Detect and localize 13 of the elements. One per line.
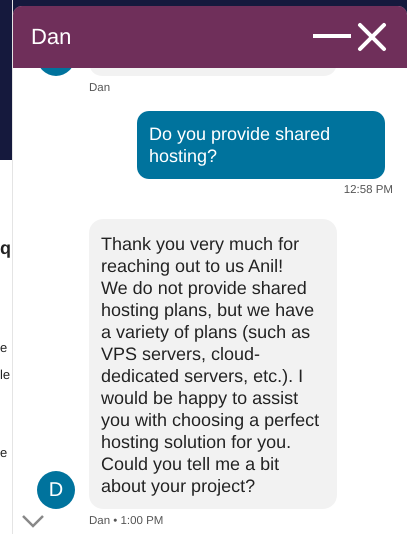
page-text: q [0,238,12,260]
message-time: 12:58 PM [344,184,393,196]
message-bubble: Thank you very much for reaching out to us Anil! We do not provide shared hosting plans, but we have a variety of plans (such as VPS servers, cloud-dedicated servers, etc.). I would be happy to assist you with choosing a perfect hosting solution for you. Could you tell me a bit about your project? [89,219,337,509]
message-meta: Dan • 1:00 PM [89,515,164,527]
page-text: e [0,340,8,356]
chevron-down-icon[interactable] [21,514,45,528]
window-title: Dan [31,24,72,50]
page-text: e [0,444,8,460]
close-icon[interactable] [357,22,387,52]
message-bubble: Do you provide shared hosting? [137,111,385,179]
page-text: le [0,367,12,383]
avatar: D [37,471,75,509]
message-meta: Dan [89,82,110,94]
